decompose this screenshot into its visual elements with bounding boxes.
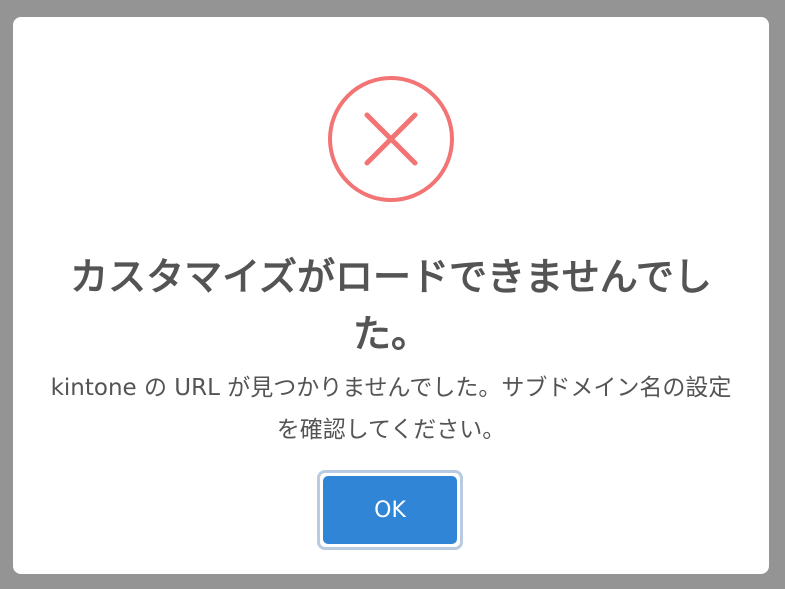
error-dialog: カスタマイズがロードできませんでした。 kintone の URL が見つかりま… — [13, 17, 769, 574]
error-x-icon — [328, 76, 454, 202]
ok-button[interactable]: OK — [323, 476, 457, 544]
dialog-message: kintone の URL が見つかりませんでした。サブドメイン名の設定を確認し… — [50, 375, 732, 443]
dialog-title: カスタマイズがロードできませんでした。 — [70, 255, 712, 356]
ok-button-focus-ring: OK — [317, 470, 463, 550]
